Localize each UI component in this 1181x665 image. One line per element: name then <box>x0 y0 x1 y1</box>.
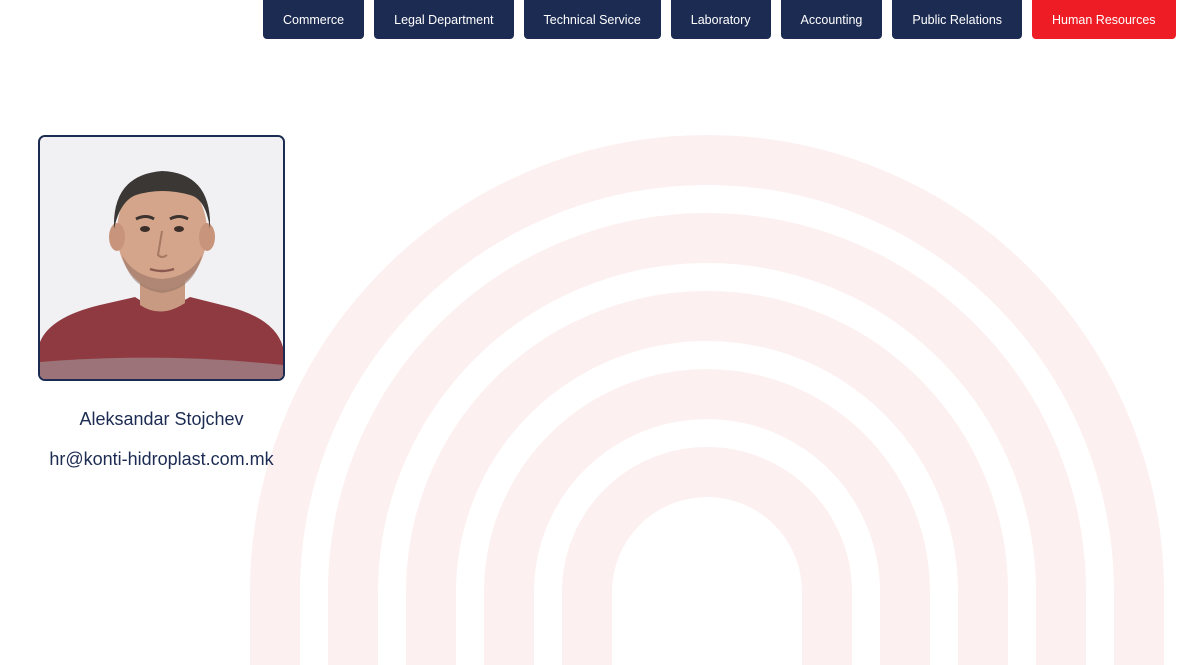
tab-technical-service[interactable]: Technical Service <box>523 0 661 39</box>
tab-accounting[interactable]: Accounting <box>780 0 883 39</box>
staff-photo <box>38 135 285 381</box>
staff-card: Aleksandar Stojchev hr@konti-hidroplast.… <box>38 135 285 470</box>
tab-legal-department[interactable]: Legal Department <box>374 0 514 39</box>
tab-laboratory[interactable]: Laboratory <box>670 0 771 39</box>
department-tabs: Commerce Legal Department Technical Serv… <box>263 0 1176 39</box>
tab-human-resources[interactable]: Human Resources <box>1032 0 1176 39</box>
staff-name: Aleksandar Stojchev <box>79 409 244 429</box>
tab-commerce[interactable]: Commerce <box>263 0 365 39</box>
tab-public-relations[interactable]: Public Relations <box>892 0 1023 39</box>
staff-portrait-image <box>40 137 283 379</box>
staff-email-link[interactable]: hr@konti-hidroplast.com.mk <box>38 449 285 470</box>
